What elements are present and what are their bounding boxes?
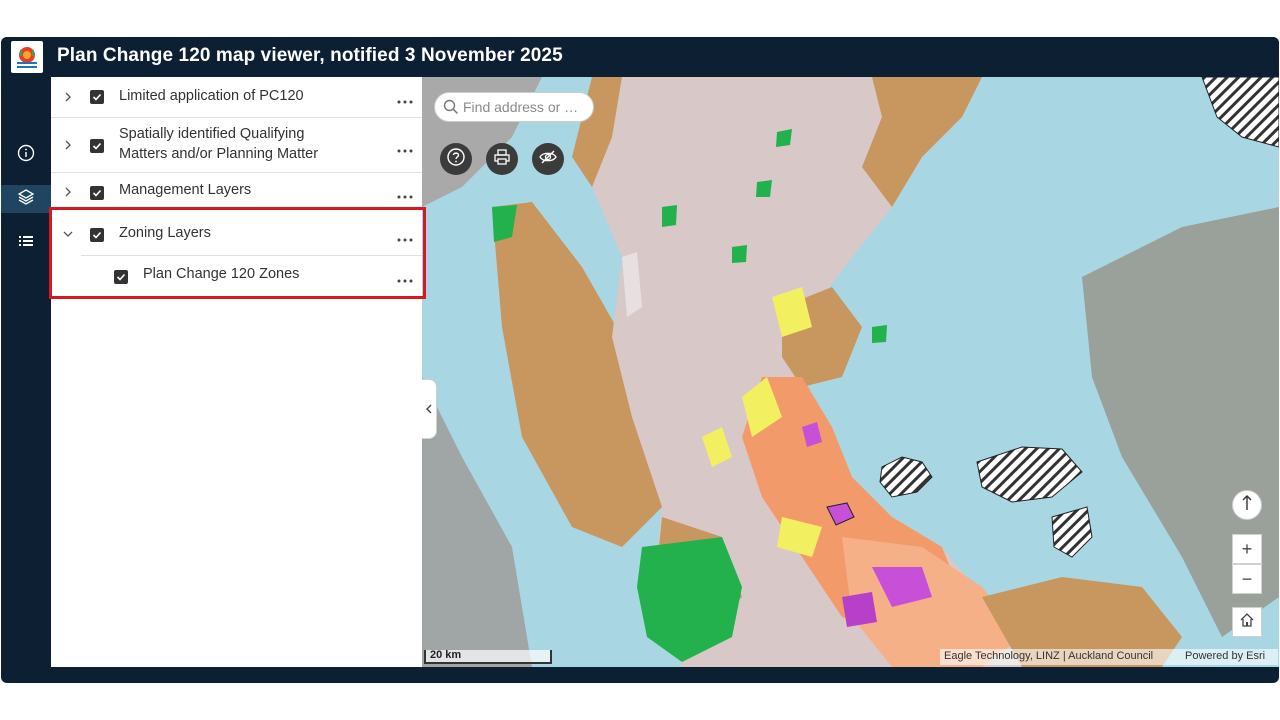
help-icon (446, 147, 466, 172)
chevron-right-icon[interactable] (61, 185, 75, 199)
info-icon (17, 144, 35, 167)
layer-checkbox[interactable] (90, 139, 104, 153)
search-placeholder: Find address or … (463, 99, 579, 115)
zoom-in-button[interactable]: + (1232, 534, 1262, 564)
help-button[interactable] (440, 143, 472, 175)
layer-label: Management Layers (119, 182, 252, 198)
legend-button[interactable] (1, 229, 51, 257)
attribution-text: Eagle Technology, LINZ | Auckland Counci… (944, 650, 1154, 662)
layer-label-line1: Spatially identified Qualifying (119, 126, 305, 142)
app-frame: Plan Change 120 map viewer, notified 3 N… (1, 37, 1279, 683)
layer-list-panel: Limited application of PC120 Spatially i… (51, 77, 422, 667)
info-button[interactable] (1, 141, 51, 169)
more-options-icon[interactable] (396, 187, 414, 199)
home-icon (1239, 612, 1255, 633)
layer-label-line2: Matters and/or Planning Matter (119, 146, 319, 162)
layer-checkbox[interactable] (90, 90, 104, 104)
print-button[interactable] (486, 143, 518, 175)
auckland-council-logo (11, 41, 43, 73)
legend-list-icon (17, 232, 35, 255)
print-icon (492, 147, 512, 172)
eye-off-icon (538, 147, 558, 172)
more-options-icon[interactable] (396, 92, 414, 104)
zoom-out-button[interactable]: − (1232, 564, 1262, 594)
layers-button[interactable] (1, 185, 51, 213)
map-view[interactable]: Find address or … (422, 77, 1279, 667)
compass-button[interactable] (1232, 490, 1262, 520)
collapse-panel-button[interactable] (422, 379, 437, 439)
highlight-box (49, 207, 426, 299)
layer-item-qualifying-matters[interactable]: Spatially identified Qualifying Matters … (51, 118, 422, 172)
page-title: Plan Change 120 map viewer, notified 3 N… (57, 45, 563, 66)
more-options-icon[interactable] (396, 141, 414, 153)
scale-bar: 20 km (424, 649, 552, 664)
map-attribution: Eagle Technology, LINZ | Auckland Counci… (940, 649, 1278, 665)
layer-item-management-layers[interactable]: Management Layers (51, 173, 422, 211)
home-button[interactable] (1232, 607, 1262, 637)
chevron-right-icon[interactable] (61, 138, 75, 152)
chevron-right-icon[interactable] (61, 90, 75, 104)
side-rail (1, 77, 51, 667)
scale-label: 20 km (430, 649, 462, 661)
hide-layers-button[interactable] (532, 143, 564, 175)
search-box[interactable]: Find address or … (434, 92, 594, 122)
header: Plan Change 120 map viewer, notified 3 N… (1, 37, 1279, 77)
layer-item-limited-application[interactable]: Limited application of PC120 (51, 77, 422, 117)
layer-label: Limited application of PC120 (119, 88, 304, 104)
layers-icon (17, 188, 35, 211)
search-icon (443, 99, 459, 120)
chevron-left-icon (423, 402, 435, 421)
north-arrow-icon (1240, 494, 1254, 517)
layer-checkbox[interactable] (90, 186, 104, 200)
powered-by-link[interactable]: Powered by Esri (1185, 650, 1265, 662)
